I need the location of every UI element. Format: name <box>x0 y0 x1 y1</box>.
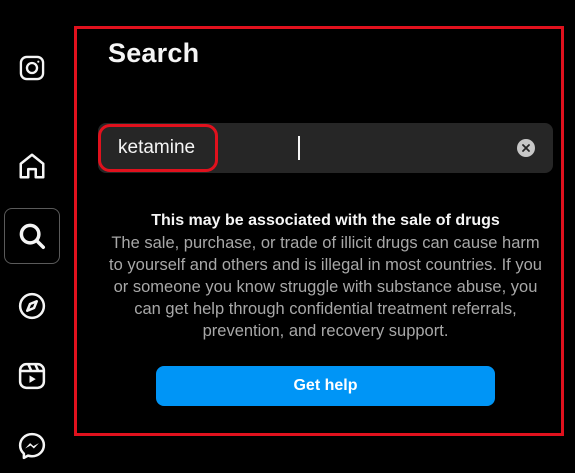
home-icon[interactable] <box>4 138 60 194</box>
clear-icon[interactable] <box>517 139 535 157</box>
get-help-button[interactable]: Get help <box>156 366 495 406</box>
app-root: Search This may be associated with the s… <box>0 0 575 473</box>
search-icon[interactable] <box>4 208 60 264</box>
drug-warning: This may be associated with the sale of … <box>98 210 553 342</box>
text-caret <box>298 136 300 160</box>
left-nav-rail <box>0 0 64 473</box>
reels-icon[interactable] <box>4 348 60 404</box>
search-panel-title: Search <box>108 38 200 68</box>
instagram-logo-icon[interactable] <box>4 40 60 96</box>
explore-icon[interactable] <box>4 278 60 334</box>
warning-body: The sale, purchase, or trade of illicit … <box>109 234 542 340</box>
search-input[interactable] <box>118 123 498 173</box>
warning-title: This may be associated with the sale of … <box>151 212 500 229</box>
messenger-icon[interactable] <box>4 418 60 473</box>
search-field[interactable] <box>98 123 553 173</box>
